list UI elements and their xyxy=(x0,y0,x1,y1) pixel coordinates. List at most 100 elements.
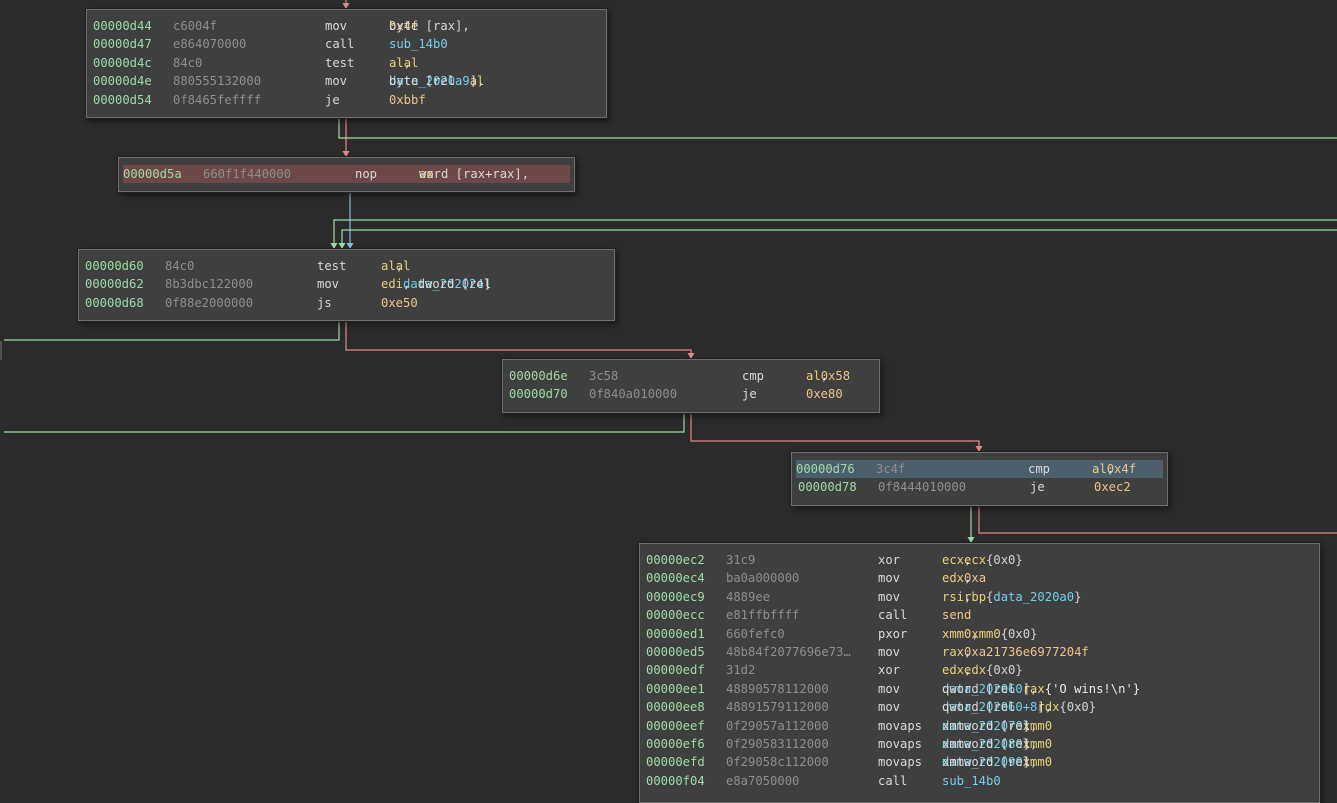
instruction-row[interactable]: 00000d60 84c0 test al, al xyxy=(85,257,608,275)
instruction-row[interactable]: 00000d5a 660f1f440000 nop word [rax+rax], a… xyxy=(123,165,570,184)
operand-token xyxy=(986,551,1001,569)
instruction-row[interactable]: 00000ec4 ba0a000000 mov edx, 0xa xyxy=(646,569,1313,587)
instruction-address[interactable]: 00000d78 xyxy=(798,478,857,496)
instruction-address[interactable]: 00000d4c xyxy=(93,54,152,72)
instruction-mnemonic: movaps xyxy=(878,755,923,770)
instruction-row[interactable]: 00000d68 0f88e2000000 js 0xe50 xyxy=(85,294,608,312)
instruction-address[interactable]: 00000ee8 xyxy=(646,698,705,716)
instruction-bytes: 48b84f2077696e73… xyxy=(726,644,851,659)
instruction-address[interactable]: 00000d76 xyxy=(796,460,855,478)
operand-token: ecx xyxy=(942,553,965,567)
number-token: 0xec2 xyxy=(1094,480,1131,495)
instruction-mnemonic: mov xyxy=(878,571,901,586)
instruction-operands: edi, dword [rel data_202024] xyxy=(381,275,491,293)
symbol-token[interactable]: data_2020a0 xyxy=(993,590,1074,604)
instruction-operands: edx, edx {0x0} xyxy=(942,661,1023,679)
instruction-row[interactable]: 00000ef6 0f290583112000 movaps xmmword [rel… xyxy=(646,735,1313,753)
instruction-bytes: 0f840a010000 xyxy=(589,387,678,402)
instruction-row[interactable]: 00000ee1 48890578112000 mov qword [rel data… xyxy=(646,680,1313,698)
instruction-address[interactable]: 00000ed1 xyxy=(646,625,705,643)
instruction-address[interactable]: 00000d4e xyxy=(93,72,152,90)
operand-token: word [rax+rax], xyxy=(419,167,537,181)
instruction-mnemonic: mov xyxy=(878,644,901,659)
instruction-address[interactable]: 00000ed5 xyxy=(646,643,705,661)
instruction-row[interactable]: 00000d76 3c4f cmp al, 0x4f xyxy=(796,460,1163,479)
instruction-address[interactable]: 00000d62 xyxy=(85,275,144,293)
operand-token xyxy=(1045,680,1060,698)
operand-token: ], xyxy=(1022,755,1045,770)
instruction-row[interactable]: 00000ec9 4889ee mov rsi, rbp {data_2020a0} xyxy=(646,588,1313,606)
instruction-row[interactable]: 00000efd 0f29058c112000 movaps xmmword [rel… xyxy=(646,753,1313,771)
instruction-address[interactable]: 00000d68 xyxy=(85,294,144,312)
basic-block-00000d76[interactable]: 00000d76 3c4f cmp al, 0x4f 00000d78 0f8444010… xyxy=(791,452,1168,506)
instruction-row[interactable]: 00000d6e 3c58 cmp al, 0x58 xyxy=(509,367,873,385)
operand-token xyxy=(986,661,1001,679)
instruction-address[interactable]: 00000ecc xyxy=(646,606,705,624)
symbol-token[interactable]: sub_14b0 xyxy=(942,774,1001,788)
instruction-bytes: 0f29058c112000 xyxy=(726,755,829,770)
instruction-row[interactable]: 00000d70 0f840a010000 je 0xe80 xyxy=(509,385,873,403)
instruction-row[interactable]: 00000ed5 48b84f2077696e73… mov rax, 0xa2173… xyxy=(646,643,1313,661)
instruction-operands: word [rax+rax], ax xyxy=(419,165,529,183)
operand-token: qword [rel xyxy=(942,700,1023,715)
operand-token: edx xyxy=(942,663,965,678)
instruction-row[interactable]: 00000d47 e864070000 call sub_14b0 xyxy=(93,35,600,53)
instruction-address[interactable]: 00000ef6 xyxy=(646,735,705,753)
instruction-address[interactable]: 00000ec4 xyxy=(646,569,705,587)
instruction-address[interactable]: 00000f04 xyxy=(646,772,705,790)
number-token: 0xa21736e6977204f xyxy=(964,644,1089,659)
instruction-address[interactable]: 00000d47 xyxy=(93,35,152,53)
instruction-mnemonic: test xyxy=(325,55,355,70)
instruction-row[interactable]: 00000d54 0f8465feffff je 0xbbf xyxy=(93,91,600,109)
basic-block-00000d5a[interactable]: 00000d5a 660f1f440000 nop word [rax+rax], a… xyxy=(118,157,575,192)
instruction-bytes: 0f290583112000 xyxy=(726,736,829,751)
instruction-operands: rax, 0xa21736e6977204f xyxy=(942,643,1089,661)
number-token: send xyxy=(942,608,972,623)
operand-token xyxy=(986,588,1001,606)
basic-block-00000ec2[interactable]: 00000ec2 31c9 xor ecx, ecx {0x0} 00000ec4 ba0… xyxy=(639,543,1320,803)
operand-token: ], xyxy=(1022,681,1045,696)
instruction-bytes: 84c0 xyxy=(165,259,195,273)
instruction-bytes: 0f88e2000000 xyxy=(165,295,254,310)
instruction-bytes: 31c9 xyxy=(726,553,756,567)
instruction-address[interactable]: 00000eef xyxy=(646,717,705,735)
instruction-address[interactable]: 00000ec9 xyxy=(646,588,705,606)
instruction-row[interactable]: 00000ecc e81ffbffff call send xyxy=(646,606,1313,624)
instruction-mnemonic: mov xyxy=(325,74,348,89)
symbol-token[interactable]: sub_14b0 xyxy=(389,37,448,51)
instruction-address[interactable]: 00000ec2 xyxy=(646,551,705,569)
operand-token: , xyxy=(964,589,979,604)
instruction-address[interactable]: 00000d60 xyxy=(85,257,144,275)
instruction-operands: al, al xyxy=(389,54,418,72)
instruction-address[interactable]: 00000d44 xyxy=(93,17,152,35)
instruction-row[interactable]: 00000ec2 31c9 xor ecx, ecx {0x0} xyxy=(646,551,1313,569)
instruction-mnemonic: xor xyxy=(878,663,901,678)
instruction-row[interactable]: 00000eef 0f29057a112000 movaps xmmword [rel… xyxy=(646,717,1313,735)
instruction-row[interactable]: 00000f04 e8a7050000 call sub_14b0 xyxy=(646,772,1313,790)
basic-block-00000d6e[interactable]: 00000d6e 3c58 cmp al, 0x58 00000d70 0f840a010… xyxy=(502,359,880,413)
instruction-row[interactable]: 00000d44 c6004f mov byte [rax], 0x4f xyxy=(93,17,600,35)
instruction-address[interactable]: 00000efd xyxy=(646,753,705,771)
instruction-address[interactable]: 00000d6e xyxy=(509,367,568,385)
instruction-mnemonic: test xyxy=(317,259,347,273)
instruction-row[interactable]: 00000ee8 48891579112000 mov qword [rel data… xyxy=(646,698,1313,716)
operand-token xyxy=(1001,625,1016,643)
instruction-row[interactable]: 00000ed1 660fefc0 pxor xmm0, xmm0 {0x0} xyxy=(646,625,1313,643)
instruction-address[interactable]: 00000ee1 xyxy=(646,680,705,698)
operand-token: , xyxy=(971,626,987,641)
instruction-address[interactable]: 00000d5a xyxy=(123,165,182,183)
instruction-address[interactable]: 00000d54 xyxy=(93,91,152,109)
instruction-address[interactable]: 00000d70 xyxy=(509,385,568,403)
instruction-operands: xmmword [rel data_202090], xmm0 xyxy=(942,753,1052,771)
instruction-address[interactable]: 00000edf xyxy=(646,661,705,679)
operand-token: edx xyxy=(942,571,965,586)
basic-block-00000d44[interactable]: 00000d44 c6004f mov byte [rax], 0x4f 00000d4… xyxy=(86,9,607,118)
instruction-row[interactable]: 00000edf 31d2 xor edx, edx {0x0} xyxy=(646,661,1313,679)
instruction-row[interactable]: 00000d62 8b3dbc122000 mov edi, dword [rel d… xyxy=(85,275,608,293)
instruction-mnemonic: cmp xyxy=(1028,462,1051,476)
instruction-row[interactable]: 00000d4e 880555132000 mov byte [rel data_20… xyxy=(93,72,600,90)
instruction-row[interactable]: 00000d78 0f8444010000 je 0xec2 xyxy=(798,478,1161,496)
instruction-operands: 0xe50 xyxy=(381,294,418,312)
instruction-row[interactable]: 00000d4c 84c0 test al, al xyxy=(93,54,600,72)
basic-block-00000d60[interactable]: 00000d60 84c0 test al, al 00000d62 8b3dbc1220… xyxy=(78,249,615,321)
